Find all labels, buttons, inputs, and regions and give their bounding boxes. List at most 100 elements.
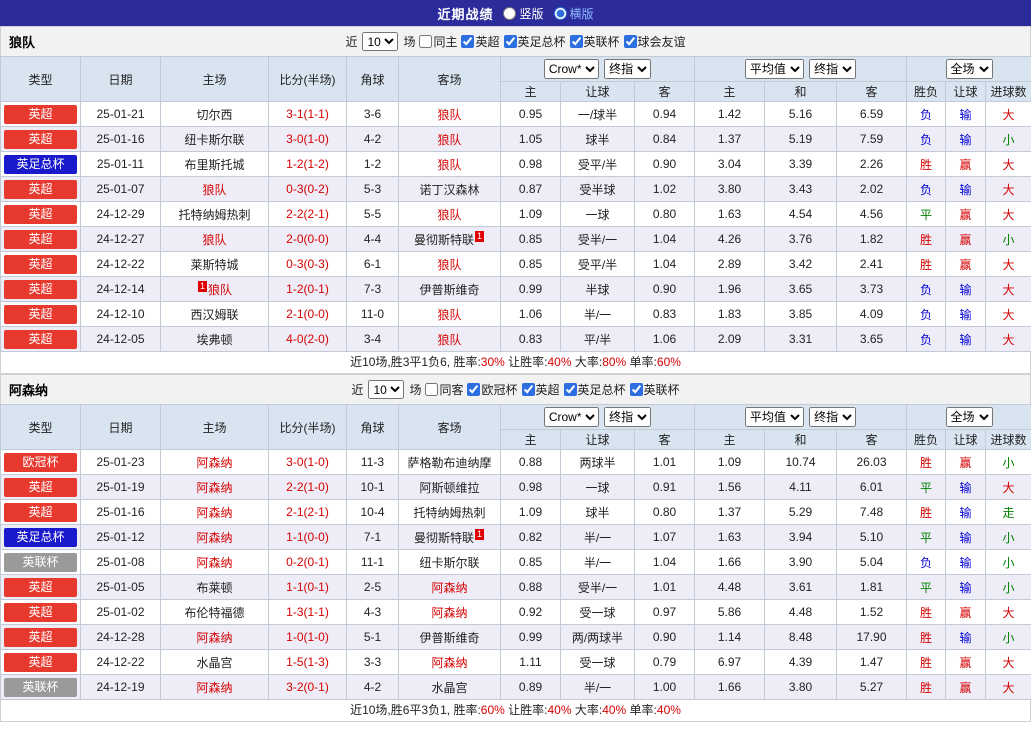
away-team[interactable]: 狼队 <box>398 251 501 277</box>
away-team[interactable]: 萨格勒布迪纳摩 <box>398 449 501 475</box>
odds-source-select[interactable]: Crow* <box>543 407 599 427</box>
home-team[interactable]: 莱斯特城 <box>160 251 269 277</box>
filter-checkbox[interactable]: 英联杯 <box>569 33 620 50</box>
home-team[interactable]: 纽卡斯尔联 <box>160 126 269 152</box>
filter-checkbox-input[interactable] <box>425 383 439 396</box>
filter-checkbox[interactable]: 英足总杯 <box>503 33 566 50</box>
away-team[interactable]: 狼队 <box>398 201 501 227</box>
away-team[interactable]: 阿斯顿维拉 <box>398 474 501 500</box>
recent-count-select[interactable]: 10 <box>368 380 405 399</box>
home-team[interactable]: 布里斯托城 <box>160 151 269 177</box>
vertical-layout-radio[interactable] <box>503 6 517 20</box>
filter-checkbox[interactable]: 英超 <box>521 381 560 398</box>
average-final-select[interactable]: 终指 <box>809 407 857 427</box>
fullmatch-select[interactable]: 全场 <box>945 407 993 427</box>
home-team[interactable]: 阿森纳 <box>160 474 269 500</box>
recent-count-select[interactable]: 10 <box>362 32 399 51</box>
score: 2-2(1-0) <box>268 474 347 500</box>
away-team[interactable]: 诺丁汉森林 <box>398 176 501 202</box>
avg-away: 1.81 <box>835 574 908 600</box>
league-badge: 英超 <box>4 627 77 647</box>
filter-checkbox-input[interactable] <box>503 35 517 48</box>
home-team[interactable]: 布伦特福德 <box>160 599 269 625</box>
team-name-text: 阿森纳 <box>196 505 233 520</box>
col-home: 主场 <box>160 56 269 102</box>
result-handicap: 输 <box>945 101 987 127</box>
rank-badge: 1 <box>475 528 485 540</box>
away-team[interactable]: 伊普斯维奇 <box>398 624 501 650</box>
away-team[interactable]: 曼彻斯特联 1 <box>398 524 501 550</box>
home-team[interactable]: 狼队 <box>160 226 269 252</box>
home-team[interactable]: 布莱顿 <box>160 574 269 600</box>
col-type: 类型 <box>0 404 81 450</box>
filter-checkbox-input[interactable] <box>563 383 577 396</box>
away-team[interactable]: 曼彻斯特联 1 <box>398 226 501 252</box>
away-team[interactable]: 纽卡斯尔联 <box>398 549 501 575</box>
away-team[interactable]: 狼队 <box>398 151 501 177</box>
layout-option-vertical[interactable]: 竖版 <box>503 5 544 22</box>
home-team[interactable]: 狼队 <box>160 176 269 202</box>
avg-draw: 5.29 <box>764 499 837 525</box>
filter-checkbox-input[interactable] <box>461 35 475 48</box>
away-team[interactable]: 伊普斯维奇 <box>398 276 501 302</box>
odds-final-select[interactable]: 终指 <box>604 407 652 427</box>
odds-source-select[interactable]: Crow* <box>543 59 599 79</box>
away-team[interactable]: 阿森纳 <box>398 599 501 625</box>
filter-checkbox-input[interactable] <box>467 383 481 396</box>
team-name-text: 纽卡斯尔联 <box>419 555 480 570</box>
home-team[interactable]: 埃弗顿 <box>160 326 269 352</box>
away-team[interactable]: 阿森纳 <box>398 574 501 600</box>
home-team[interactable]: 切尔西 <box>160 101 269 127</box>
corner-score: 10-1 <box>346 474 399 500</box>
away-team[interactable]: 托特纳姆热刺 <box>398 499 501 525</box>
away-team[interactable]: 狼队 <box>398 126 501 152</box>
average-final-select[interactable]: 终指 <box>809 59 857 79</box>
team-section-wolves: 狼队 近 10 场 同主 英超 英足总杯 英联杯 球会友谊 类型 日期 主场 比分(半场… <box>0 26 1031 374</box>
avg-home: 1.63 <box>694 201 765 227</box>
home-team[interactable]: 西汉姆联 <box>160 301 269 327</box>
horizontal-layout-radio[interactable] <box>553 6 567 20</box>
filter-checkbox[interactable]: 欧冠杯 <box>467 381 518 398</box>
recent-label: 近 <box>351 383 364 397</box>
match-row: 欧冠杯 25-01-23 阿森纳 3-0(1-0) 11-3 萨格勒布迪纳摩 0… <box>0 449 1031 475</box>
home-team[interactable]: 阿森纳 <box>160 499 269 525</box>
filter-checkbox-input[interactable] <box>569 35 583 48</box>
league-cell: 英超 <box>0 251 81 277</box>
fullmatch-select[interactable]: 全场 <box>945 59 993 79</box>
avg-draw: 3.31 <box>764 326 837 352</box>
layout-option-horizontal[interactable]: 横版 <box>553 5 594 22</box>
page-title: 近期战绩 <box>437 6 494 22</box>
away-team[interactable]: 狼队 <box>398 101 501 127</box>
filter-checkbox-input[interactable] <box>521 383 535 396</box>
odds-home: 1.06 <box>500 301 561 327</box>
home-team[interactable]: 阿森纳 <box>160 549 269 575</box>
filter-checkbox[interactable]: 英超 <box>461 33 500 50</box>
match-row: 英足总杯 25-01-12 阿森纳 1-1(0-0) 7-1 曼彻斯特联 1 0.… <box>0 524 1031 550</box>
away-team[interactable]: 阿森纳 <box>398 649 501 675</box>
filter-checkbox[interactable]: 英联杯 <box>629 381 680 398</box>
result-goals: 大 <box>985 301 1031 327</box>
filter-checkbox[interactable]: 英足总杯 <box>563 381 626 398</box>
home-team[interactable]: 托特纳姆热刺 <box>160 201 269 227</box>
home-team[interactable]: 水晶宫 <box>160 649 269 675</box>
average-select[interactable]: 平均值 <box>744 407 804 427</box>
odds-final-select[interactable]: 终指 <box>604 59 652 79</box>
away-team[interactable]: 狼队 <box>398 326 501 352</box>
filter-checkbox-input[interactable] <box>419 35 433 48</box>
home-team[interactable]: 阿森纳 <box>160 674 269 700</box>
average-select[interactable]: 平均值 <box>744 59 804 79</box>
filter-checkbox[interactable]: 同主 <box>419 33 457 50</box>
home-team[interactable]: 1 狼队 <box>160 276 269 302</box>
away-team[interactable]: 狼队 <box>398 301 501 327</box>
home-team[interactable]: 阿森纳 <box>160 624 269 650</box>
col-winloss: 胜负 <box>906 429 947 450</box>
away-team[interactable]: 水晶宫 <box>398 674 501 700</box>
filter-checkbox-input[interactable] <box>623 35 637 48</box>
filter-checkbox[interactable]: 同客 <box>425 381 463 398</box>
filter-checkbox[interactable]: 球会友谊 <box>623 33 686 50</box>
fullmatch-group-header: 全场 <box>906 404 1031 430</box>
home-team[interactable]: 阿森纳 <box>160 524 269 550</box>
filter-bar: 狼队 近 10 场 同主 英超 英足总杯 英联杯 球会友谊 <box>0 26 1031 56</box>
filter-checkbox-input[interactable] <box>629 383 643 396</box>
home-team[interactable]: 阿森纳 <box>160 449 269 475</box>
